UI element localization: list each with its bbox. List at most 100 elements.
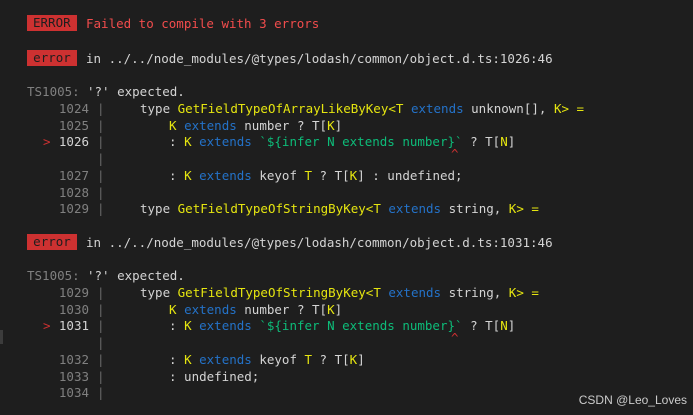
code-token: ? T[: [462, 318, 501, 334]
code-token: GetFieldTypeOfArrayLikeByKey: [177, 101, 389, 116]
code-token: extends: [388, 285, 442, 300]
code-token: ]: [334, 301, 343, 317]
error-location-badge: error: [27, 234, 77, 250]
line-number: 1029: [58, 201, 89, 217]
watermark: CSDN @Leo_Loves: [578, 393, 687, 407]
error-file-location[interactable]: in ../../node_modules/@types/lodash/comm…: [86, 234, 553, 251]
code-line: type GetFieldTypeOfStringByKey<T extends…: [140, 284, 539, 301]
code-token: extends: [388, 201, 442, 217]
code-token: K: [327, 117, 335, 133]
code-token: N: [500, 134, 508, 150]
code-token: extends: [184, 301, 237, 317]
code-token: ]: [357, 351, 365, 367]
code-token: ? T[: [312, 167, 350, 183]
code-line: : K extends keyof T ? T[K]: [169, 351, 365, 368]
compile-error-message: Failed to compile with 3 errors: [86, 16, 320, 31]
code-token: string,: [441, 201, 509, 217]
line-number: 1034: [58, 385, 89, 401]
code-token: ]: [507, 318, 516, 334]
code-token: keyof: [251, 167, 305, 183]
gutter-separator: |: [97, 117, 105, 133]
code-token: extends: [410, 101, 464, 116]
error-caret: ^: [451, 330, 459, 346]
error-badge: ERROR: [27, 15, 77, 31]
ts-error-message: '?' expected.: [87, 268, 185, 283]
code-token: ] : undefined;: [357, 167, 463, 183]
code-token: K: [169, 301, 185, 317]
code-token: K: [184, 167, 200, 183]
code-token: T[: [312, 301, 328, 317]
panel-edge: [0, 330, 3, 344]
code-token: <T: [365, 285, 389, 300]
code-line: : K extends keyof T ? T[K] : undefined;: [169, 167, 463, 184]
gutter-separator: |: [97, 385, 105, 401]
gutter-separator: |: [97, 351, 105, 367]
gutter-separator: |: [97, 167, 105, 183]
line-number: 1029: [58, 285, 89, 300]
code-token: <T: [388, 101, 411, 116]
code-line: K extends number ? T[K]: [169, 117, 342, 134]
ts-error-code: TS1005:: [27, 268, 80, 283]
code-token: T: [304, 167, 313, 183]
gutter-separator: |: [97, 134, 105, 150]
code-token: > =: [516, 201, 539, 217]
gutter-separator: |: [97, 101, 105, 116]
code-token: unknown[],: [463, 101, 554, 116]
code-token: K: [184, 134, 200, 150]
code-token: `${infer N extends number}`: [259, 318, 463, 334]
code-token: extends: [199, 167, 252, 183]
code-token: :: [169, 167, 185, 183]
gutter-separator: |: [97, 201, 105, 217]
code-token: type: [140, 101, 178, 116]
error-caret: ^: [451, 146, 459, 162]
code-line: : undefined;: [169, 368, 259, 385]
code-line: type GetFieldTypeOfArrayLikeByKey<T exte…: [140, 100, 584, 117]
code-token: string,: [441, 285, 509, 300]
line-number: 1031: [58, 318, 89, 334]
code-token: K: [184, 318, 200, 334]
code-token: GetFieldTypeOfStringByKey: [177, 285, 366, 300]
code-token: ? T[: [312, 351, 350, 367]
code-line: type GetFieldTypeOfStringByKey<T extends…: [140, 200, 539, 217]
code-token: type: [140, 201, 178, 217]
code-token: extends: [199, 351, 252, 367]
code-token: T[: [312, 117, 328, 133]
gutter-separator: |: [97, 318, 105, 334]
code-token: K: [327, 301, 335, 317]
line-number: 1033: [58, 368, 89, 384]
code-token: > =: [516, 285, 539, 300]
line-number: 1027: [58, 167, 89, 183]
code-token: ]: [507, 134, 516, 150]
code-token: keyof: [251, 351, 305, 367]
code-token: type: [140, 285, 178, 300]
error-location-badge: error: [27, 50, 77, 66]
line-number: 1030: [58, 301, 89, 317]
code-token: K: [169, 117, 185, 133]
code-token: :: [169, 134, 185, 150]
code-token: K: [184, 351, 200, 367]
line-number: 1024: [58, 101, 89, 116]
line-number: 1032: [58, 351, 89, 367]
code-token: GetFieldTypeOfStringByKey: [177, 201, 366, 217]
code-line: K extends number ? T[K]: [169, 301, 342, 318]
code-token: > =: [561, 101, 585, 116]
code-token: `${infer N extends number}`: [259, 134, 463, 150]
gutter-separator: |: [97, 184, 105, 200]
code-token: extends: [199, 134, 252, 150]
code-token: N: [500, 318, 508, 334]
ts-error-message: '?' expected.: [87, 84, 185, 99]
code-token: extends: [184, 117, 237, 133]
gutter-separator: |: [97, 368, 105, 384]
gutter-separator: |: [97, 335, 105, 351]
code-token: <T: [365, 201, 389, 217]
code-token: :: [169, 318, 185, 334]
gutter-separator: |: [97, 151, 105, 167]
ts-error-code: TS1005:: [27, 84, 80, 99]
error-file-location[interactable]: in ../../node_modules/@types/lodash/comm…: [86, 50, 553, 67]
code-token: :: [169, 351, 185, 367]
code-token: ? T[: [462, 134, 501, 150]
gutter-separator: |: [97, 301, 105, 317]
code-token: number ?: [236, 117, 313, 133]
line-number: 1025: [58, 117, 89, 133]
code-token: T: [304, 351, 313, 367]
